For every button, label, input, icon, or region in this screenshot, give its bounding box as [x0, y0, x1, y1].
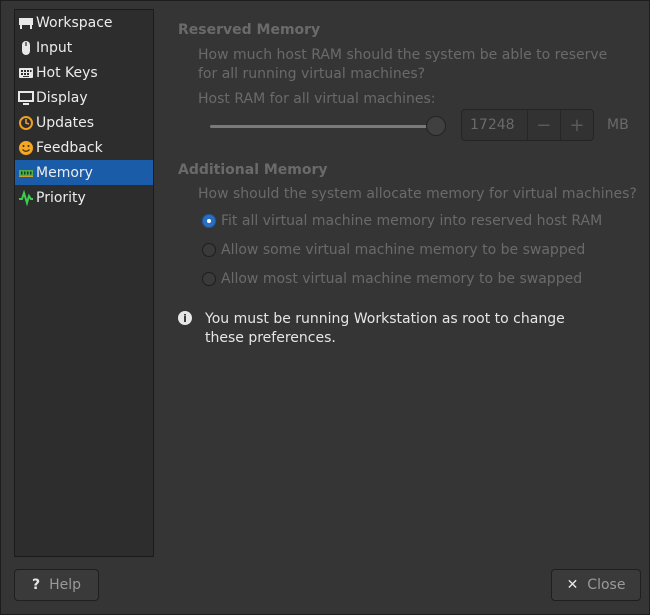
radio-option-some-swapped[interactable]: Allow some virtual machine memory to be … [202, 242, 585, 258]
sidebar-item-label: Feedback [36, 139, 103, 156]
host-ram-label: Host RAM for all virtual machines: [198, 91, 436, 107]
question-icon: ? [31, 577, 41, 593]
sidebar-item-label: Hot Keys [36, 64, 98, 81]
workspace-icon [18, 15, 34, 31]
additional-memory-title: Additional Memory [178, 162, 328, 178]
sidebar-item-display[interactable]: Display [15, 85, 153, 110]
radio-option-fit-all[interactable]: Fit all virtual machine memory into rese… [202, 213, 602, 229]
slider-fill [210, 125, 432, 128]
host-ram-value[interactable]: 17248 [462, 110, 527, 140]
sidebar-item-workspace[interactable]: Workspace [15, 10, 153, 35]
root-required-notice: i You must be running Workstation as roo… [178, 310, 618, 348]
sidebar-item-memory[interactable]: Memory [15, 160, 153, 185]
radio-label: Allow some virtual machine memory to be … [221, 242, 586, 258]
sidebar-item-hot-keys[interactable]: Hot Keys [15, 60, 153, 85]
info-icon: i [178, 311, 192, 325]
monitor-icon [18, 90, 34, 106]
preferences-window: Workspace Input Hot Keys Display Updates [0, 0, 650, 615]
sidebar-item-updates[interactable]: Updates [15, 110, 153, 135]
help-button[interactable]: ? Help [14, 569, 99, 601]
radio-label: Fit all virtual machine memory into rese… [221, 213, 603, 229]
radio-button[interactable] [202, 214, 216, 228]
close-button-label: Close [587, 577, 626, 593]
slider-handle[interactable] [426, 116, 446, 136]
sidebar-item-label: Priority [36, 189, 86, 206]
reserved-memory-question: How much host RAM should the system be a… [198, 47, 608, 82]
reserved-memory-title: Reserved Memory [178, 22, 321, 38]
increment-button[interactable]: + [559, 110, 593, 140]
sidebar-item-label: Display [36, 89, 88, 106]
help-button-label: Help [49, 577, 82, 593]
additional-memory-question: How should the system allocate memory fo… [198, 186, 637, 202]
radio-button[interactable] [202, 272, 216, 286]
notice-text: You must be running Workstation as root … [205, 311, 565, 346]
decrement-button[interactable]: − [526, 110, 560, 140]
sidebar-item-label: Updates [36, 114, 94, 131]
sidebar-item-label: Memory [36, 164, 93, 181]
sidebar-item-feedback[interactable]: Feedback [15, 135, 153, 160]
priority-icon [18, 189, 34, 206]
sidebar-item-priority[interactable]: Priority [15, 185, 153, 210]
sidebar-item-label: Workspace [36, 14, 113, 31]
smiley-icon [18, 140, 34, 156]
close-icon: ✕ [566, 577, 579, 593]
sidebar: Workspace Input Hot Keys Display Updates [14, 9, 154, 557]
updates-icon [18, 115, 34, 131]
radio-label: Allow most virtual machine memory to be … [221, 271, 583, 287]
host-ram-slider[interactable] [210, 125, 432, 128]
radio-button[interactable] [202, 243, 216, 257]
mouse-icon [18, 40, 34, 56]
sidebar-item-input[interactable]: Input [15, 35, 153, 60]
sidebar-item-label: Input [36, 39, 73, 56]
unit-label: MB [607, 117, 629, 133]
host-ram-spinbox[interactable]: 17248 − + [461, 109, 594, 141]
memory-icon [18, 165, 34, 181]
close-button[interactable]: ✕ Close [551, 569, 641, 601]
radio-option-most-swapped[interactable]: Allow most virtual machine memory to be … [202, 271, 582, 287]
keyboard-icon [18, 65, 34, 81]
